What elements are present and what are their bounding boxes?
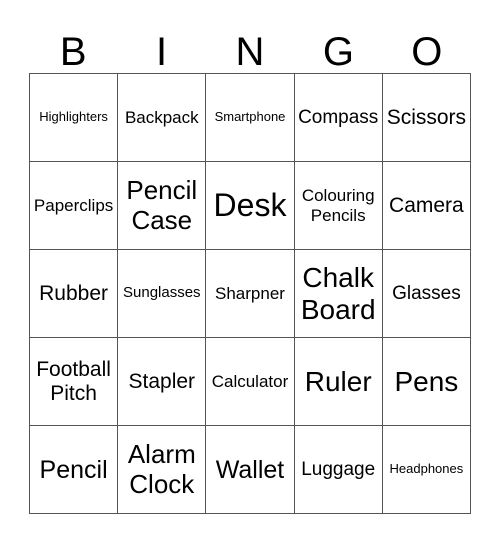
bingo-cell[interactable]: Rubber	[30, 250, 119, 338]
bingo-cell[interactable]: Sunglasses	[118, 250, 207, 338]
bingo-cell[interactable]: Desk	[206, 162, 295, 250]
bingo-cell[interactable]: Pens	[382, 338, 471, 426]
bingo-cell[interactable]: Compass	[294, 74, 383, 162]
bingo-cell[interactable]: Alarm Clock	[118, 426, 207, 514]
bingo-cell[interactable]: Luggage	[294, 426, 383, 514]
header-letter-n: N	[235, 30, 265, 74]
bingo-cell[interactable]: Colouring Pencils	[294, 162, 383, 250]
bingo-cell[interactable]: Ruler	[294, 338, 383, 426]
bingo-cell[interactable]: Calculator	[206, 338, 295, 426]
header-letter-g: G	[322, 30, 354, 74]
header-letter-i: I	[156, 30, 168, 74]
header-letter-b: B	[59, 30, 87, 74]
bingo-cell[interactable]: Glasses	[382, 250, 471, 338]
bingo-cell[interactable]: Headphones	[382, 426, 471, 514]
bingo-cell[interactable]: Chalk Board	[294, 250, 383, 338]
bingo-cell[interactable]: Backpack	[118, 74, 207, 162]
bingo-cell[interactable]: Wallet	[206, 426, 295, 514]
bingo-cell[interactable]: Pencil	[30, 426, 119, 514]
bingo-board: Highlighters Backpack Smartphone Compass…	[29, 73, 471, 514]
bingo-cell[interactable]: Scissors	[382, 74, 471, 162]
bingo-cell[interactable]: Football Pitch	[30, 338, 119, 426]
bingo-cell[interactable]: Sharpner	[206, 250, 295, 338]
bingo-header: B I N G O	[29, 28, 471, 74]
header-letter-o: O	[411, 30, 443, 74]
bingo-cell[interactable]: Highlighters	[30, 74, 119, 162]
bingo-cell[interactable]: Stapler	[118, 338, 207, 426]
bingo-cell[interactable]: Paperclips	[30, 162, 119, 250]
bingo-cell[interactable]: Smartphone	[206, 74, 295, 162]
bingo-cell[interactable]: Camera	[382, 162, 471, 250]
bingo-cell[interactable]: Pencil Case	[118, 162, 207, 250]
